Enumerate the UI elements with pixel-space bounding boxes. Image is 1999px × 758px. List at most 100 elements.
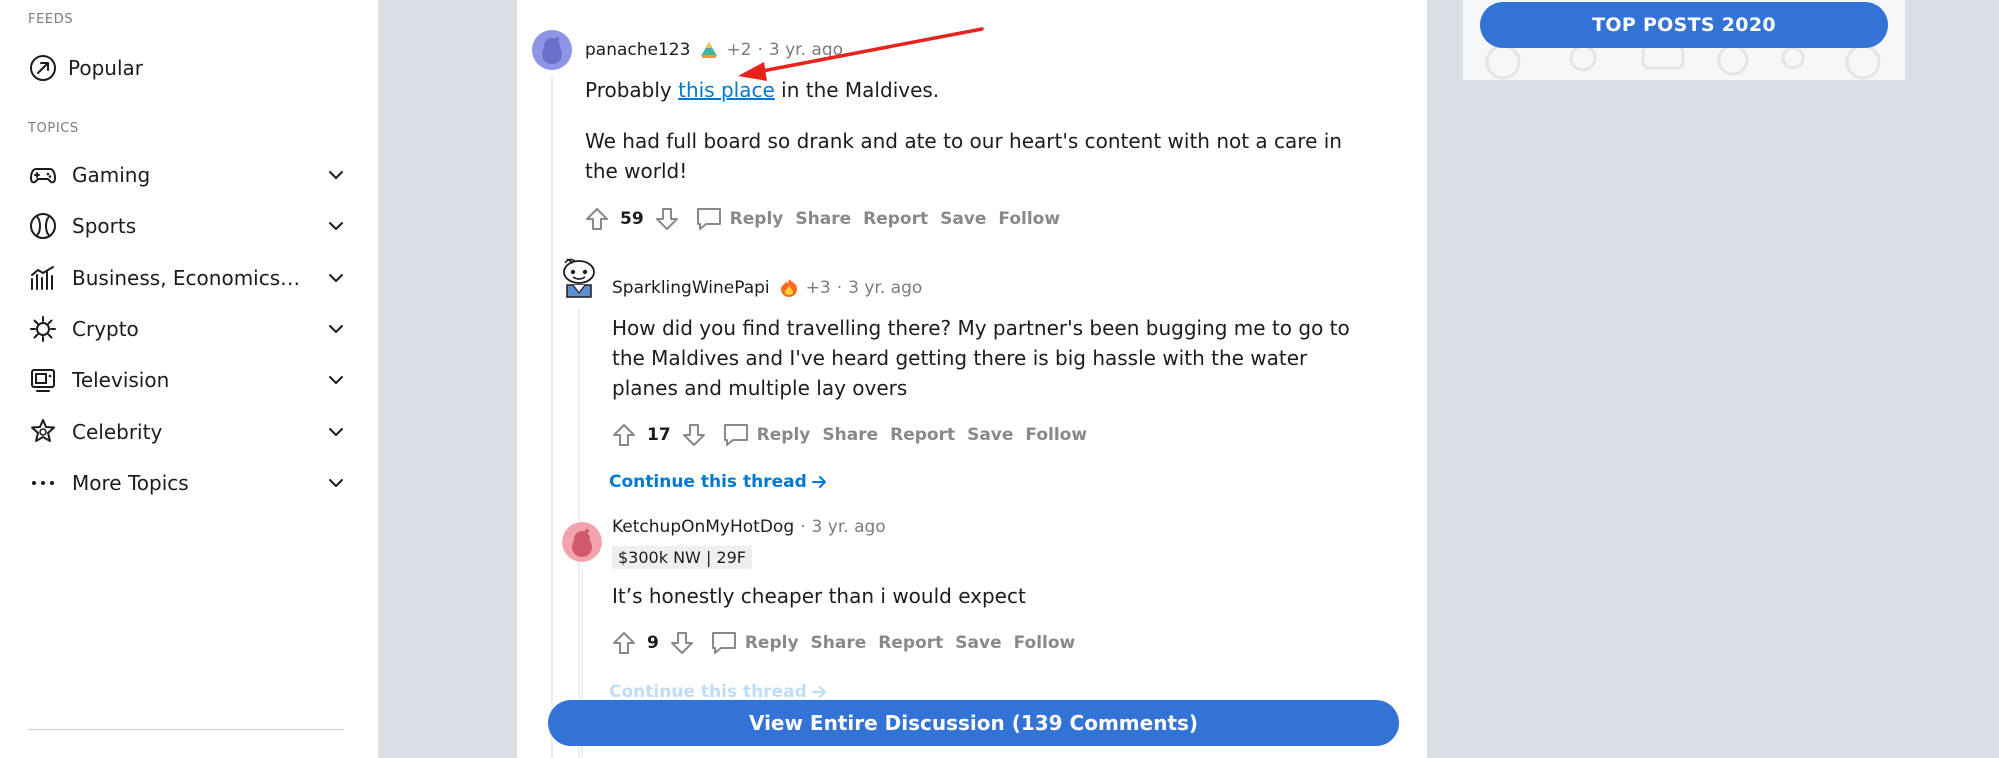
sidebar-topic-business[interactable]: Business, Economics, and Finance bbox=[28, 258, 348, 298]
continue-thread-link[interactable]: Continue this thread bbox=[609, 682, 827, 702]
popular-arrow-icon bbox=[28, 53, 58, 83]
avatar[interactable] bbox=[532, 30, 572, 70]
upvote-icon[interactable] bbox=[609, 420, 639, 450]
reply-button[interactable]: Reply bbox=[757, 425, 811, 445]
comment-timestamp[interactable]: 3 yr. ago bbox=[812, 517, 886, 537]
avatar[interactable] bbox=[562, 522, 602, 562]
chevron-down-icon[interactable] bbox=[324, 317, 348, 341]
share-button[interactable]: Share bbox=[795, 209, 851, 229]
comment-body: It’s honestly cheaper than i would expec… bbox=[612, 584, 1026, 608]
topic-label: Gaming bbox=[72, 163, 151, 187]
view-entire-discussion-button[interactable]: View Entire Discussion (139 Comments) bbox=[548, 700, 1399, 746]
meta-separator: · bbox=[757, 40, 763, 60]
sidebar-topic-more[interactable]: More Topics bbox=[28, 463, 348, 503]
chevron-down-icon[interactable] bbox=[324, 420, 348, 444]
arrow-right-icon bbox=[811, 684, 827, 700]
chevron-down-icon[interactable] bbox=[324, 368, 348, 392]
user-flair: $300k NW | 29F bbox=[612, 546, 752, 569]
topic-label: Crypto bbox=[72, 317, 139, 341]
chart-bar-icon bbox=[28, 263, 58, 293]
thread-line[interactable] bbox=[551, 76, 553, 758]
comment-paragraph: We had full board so drank and ate to ou… bbox=[585, 129, 1342, 183]
continue-thread-link[interactable]: Continue this thread bbox=[609, 472, 827, 492]
comment-body: Probably this place in the Maldives. bbox=[585, 75, 1365, 105]
comment-username[interactable]: KetchupOnMyHotDog bbox=[612, 517, 794, 537]
share-button[interactable]: Share bbox=[811, 633, 867, 653]
gamepad-icon bbox=[28, 160, 58, 190]
crypto-icon bbox=[28, 314, 58, 344]
upvote-icon[interactable] bbox=[609, 628, 639, 658]
award-count: +3 bbox=[805, 278, 831, 298]
meta-separator: · bbox=[836, 278, 843, 298]
sidebar-topic-celebrity[interactable]: Celebrity bbox=[28, 412, 348, 452]
sidebar-topic-gaming[interactable]: Gaming bbox=[28, 155, 348, 195]
chevron-down-icon[interactable] bbox=[324, 471, 348, 495]
reply-button[interactable]: Reply bbox=[730, 209, 784, 229]
comment-username[interactable]: panache123 bbox=[585, 40, 690, 60]
comment-actions: 9 Reply Share Report Save Follow bbox=[609, 627, 1075, 659]
comment-meta: SparklingWinePapi +3 · 3 yr. ago bbox=[612, 277, 922, 299]
continue-thread-label: Continue this thread bbox=[609, 682, 807, 702]
comment-username[interactable]: SparklingWinePapi bbox=[612, 278, 770, 298]
comment-text: in the Maldives. bbox=[774, 78, 940, 102]
comment-thread-card: panache123 +2 · 3 yr. ago Probably this … bbox=[517, 0, 1427, 758]
downvote-icon[interactable] bbox=[667, 628, 697, 658]
save-button[interactable]: Save bbox=[967, 425, 1013, 445]
vote-score: 59 bbox=[620, 209, 644, 229]
downvote-icon[interactable] bbox=[679, 420, 709, 450]
comment-actions: 59 Reply Share Report Save Follow bbox=[582, 203, 1060, 235]
more-dots-icon bbox=[28, 468, 58, 498]
sidebar-topic-television[interactable]: Television bbox=[28, 360, 348, 400]
award-icon bbox=[778, 277, 800, 299]
top-posts-button[interactable]: TOP POSTS 2020 bbox=[1480, 2, 1888, 48]
report-button[interactable]: Report bbox=[890, 425, 955, 445]
arrow-right-icon bbox=[811, 474, 827, 490]
comment-timestamp[interactable]: 3 yr. ago bbox=[848, 278, 922, 298]
chevron-down-icon[interactable] bbox=[324, 163, 348, 187]
report-button[interactable]: Report bbox=[878, 633, 943, 653]
follow-button[interactable]: Follow bbox=[1025, 425, 1087, 445]
comment-actions: 17 Reply Share Report Save Follow bbox=[609, 419, 1087, 451]
comment-timestamp[interactable]: 3 yr. ago bbox=[769, 40, 843, 60]
award-count: +2 bbox=[726, 40, 752, 60]
follow-button[interactable]: Follow bbox=[998, 209, 1060, 229]
reply-button[interactable]: Reply bbox=[745, 633, 799, 653]
comment-bubble-icon[interactable] bbox=[709, 628, 739, 658]
topic-label: Celebrity bbox=[72, 420, 163, 444]
topic-label: Television bbox=[72, 368, 170, 392]
avatar[interactable] bbox=[559, 255, 599, 299]
save-button[interactable]: Save bbox=[955, 633, 1001, 653]
topic-label: Sports bbox=[72, 214, 137, 238]
share-button[interactable]: Share bbox=[822, 425, 878, 445]
comment-body: How did you find travelling there? My pa… bbox=[612, 316, 1350, 400]
vote-score: 17 bbox=[647, 425, 671, 445]
sidebar-item-label: Popular bbox=[68, 56, 143, 80]
save-button[interactable]: Save bbox=[940, 209, 986, 229]
follow-button[interactable]: Follow bbox=[1014, 633, 1076, 653]
award-icon bbox=[698, 39, 720, 61]
sidebar-divider bbox=[28, 729, 344, 730]
topic-label: Business, Economics, and Finance bbox=[72, 266, 302, 290]
comment-link[interactable]: this place bbox=[678, 78, 775, 102]
comment-meta: KetchupOnMyHotDog · 3 yr. ago bbox=[612, 517, 886, 537]
sports-ball-icon bbox=[28, 211, 58, 241]
report-button[interactable]: Report bbox=[863, 209, 928, 229]
sidebar-item-popular[interactable]: Popular bbox=[28, 48, 348, 88]
meta-separator: · bbox=[800, 517, 806, 537]
television-icon bbox=[28, 365, 58, 395]
vote-score: 9 bbox=[647, 633, 659, 653]
sidebar-topic-crypto[interactable]: Crypto bbox=[28, 309, 348, 349]
chevron-down-icon[interactable] bbox=[324, 266, 348, 290]
left-sidebar: FEEDS Popular TOPICS Gaming Sports Busin… bbox=[0, 0, 378, 758]
sidebar-topic-sports[interactable]: Sports bbox=[28, 206, 348, 246]
feeds-section-label: FEEDS bbox=[28, 12, 74, 27]
comment-bubble-icon[interactable] bbox=[694, 204, 724, 234]
chevron-down-icon[interactable] bbox=[324, 214, 348, 238]
downvote-icon[interactable] bbox=[652, 204, 682, 234]
topics-section-label: TOPICS bbox=[28, 121, 79, 136]
upvote-icon[interactable] bbox=[582, 204, 612, 234]
celebrity-star-icon bbox=[28, 417, 58, 447]
continue-thread-label: Continue this thread bbox=[609, 472, 807, 492]
comment-bubble-icon[interactable] bbox=[721, 420, 751, 450]
comment-text: Probably bbox=[585, 78, 679, 102]
